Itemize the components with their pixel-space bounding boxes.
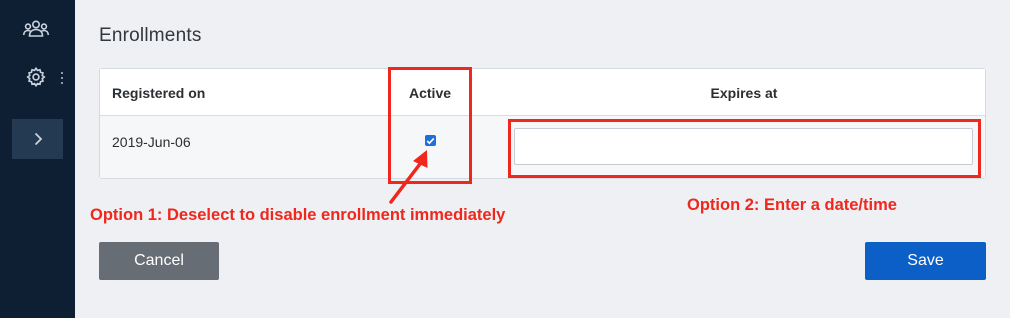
sidebar [0, 0, 75, 318]
registered-on-value: 2019-Jun-06 [112, 134, 191, 150]
enrollments-table: Registered on Active Expires at 2019-Jun… [99, 68, 986, 179]
chevron-right-icon [34, 132, 42, 146]
annotation-arrow-icon [389, 150, 428, 204]
active-checkbox[interactable] [425, 135, 436, 146]
expires-at-input[interactable] [514, 128, 973, 165]
table-header: Registered on Active Expires at [100, 69, 985, 116]
gear-icon[interactable] [20, 61, 52, 93]
column-header-expires-at: Expires at [710, 85, 778, 101]
annotation-option-2: Option 2: Enter a date/time [687, 196, 897, 214]
sidebar-expand-button[interactable] [12, 119, 63, 159]
page-title: Enrollments [99, 25, 202, 46]
annotation-option-1: Option 1: Deselect to disable enrollment… [90, 206, 506, 224]
save-button[interactable]: Save [865, 242, 986, 280]
cancel-button[interactable]: Cancel [99, 242, 219, 280]
checkmark-icon [426, 137, 435, 144]
more-vertical-icon[interactable] [58, 66, 66, 90]
column-header-active: Active [409, 85, 452, 101]
users-icon[interactable] [20, 13, 52, 45]
table-row: 2019-Jun-06 [100, 116, 985, 178]
column-header-registered-on: Registered on [112, 85, 206, 101]
